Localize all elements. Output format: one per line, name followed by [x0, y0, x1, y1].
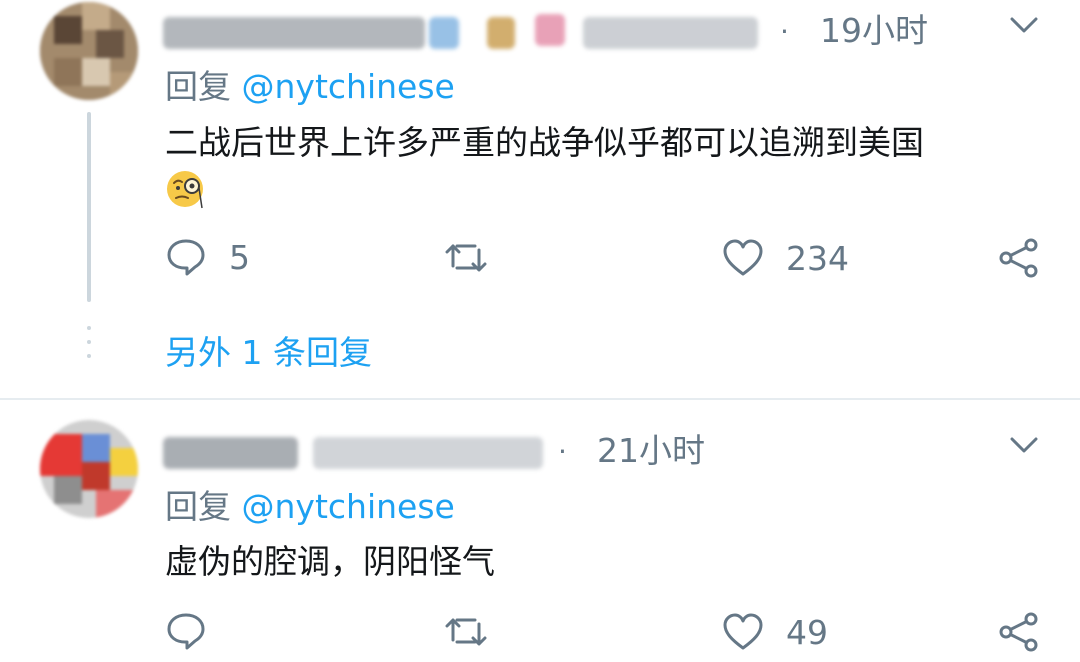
retweet-action[interactable]	[444, 612, 488, 652]
reply-prefix: 回复	[165, 487, 231, 526]
thread-line	[87, 112, 91, 302]
display-name-blurred[interactable]	[163, 14, 758, 52]
comment-icon	[167, 613, 205, 650]
separator-dot: ·	[558, 435, 567, 468]
replying-to: 回复 @nytchinese	[165, 490, 455, 523]
reply-handle-link[interactable]: @nytchinese	[242, 487, 455, 526]
reply-action[interactable]	[165, 610, 229, 652]
tweet-2: · 21小时 回复 @nytchinese 虚伪的腔调，阴阳怪气 49	[0, 400, 1080, 662]
share-icon	[999, 612, 1038, 652]
reply-action[interactable]: 5	[165, 236, 250, 278]
chevron-down-icon[interactable]	[1004, 430, 1044, 460]
display-name-blurred[interactable]	[163, 434, 543, 472]
reply-handle-link[interactable]: @nytchinese	[242, 67, 455, 106]
tweet-text: 虚伪的腔调，阴阳怪气	[165, 542, 495, 581]
retweet-icon	[445, 618, 487, 646]
retweet-action[interactable]	[444, 238, 488, 278]
heart-icon	[723, 239, 763, 276]
separator-dot: ·	[780, 15, 789, 48]
share-action[interactable]	[998, 612, 1040, 652]
tweet-1: · 19小时 回复 @nytchinese 二战后世界上许多严重的战争似乎都可以…	[0, 0, 1080, 400]
chevron-down-icon[interactable]	[1004, 10, 1044, 40]
replying-to: 回复 @nytchinese	[165, 70, 455, 103]
retweet-icon	[445, 244, 487, 272]
avatar[interactable]	[40, 2, 138, 100]
comment-icon	[167, 239, 205, 276]
share-action[interactable]	[998, 238, 1040, 278]
like-action[interactable]: 234	[722, 238, 849, 278]
like-count: 49	[786, 612, 828, 652]
avatar[interactable]	[40, 420, 138, 518]
timestamp[interactable]: 19小时	[820, 14, 928, 47]
like-action[interactable]: 49	[722, 612, 828, 652]
face-with-monocle-icon	[167, 171, 203, 209]
tweet-text: 二战后世界上许多严重的战争似乎都可以追溯到美国	[165, 123, 924, 162]
thread-dots	[87, 326, 91, 368]
like-count: 234	[786, 238, 849, 278]
share-icon	[999, 238, 1038, 278]
reply-count: 5	[229, 237, 250, 277]
more-replies-link[interactable]: 另外 1 条回复	[165, 336, 372, 369]
timestamp[interactable]: 21小时	[597, 434, 705, 467]
heart-icon	[723, 613, 763, 650]
reply-prefix: 回复	[165, 67, 231, 106]
